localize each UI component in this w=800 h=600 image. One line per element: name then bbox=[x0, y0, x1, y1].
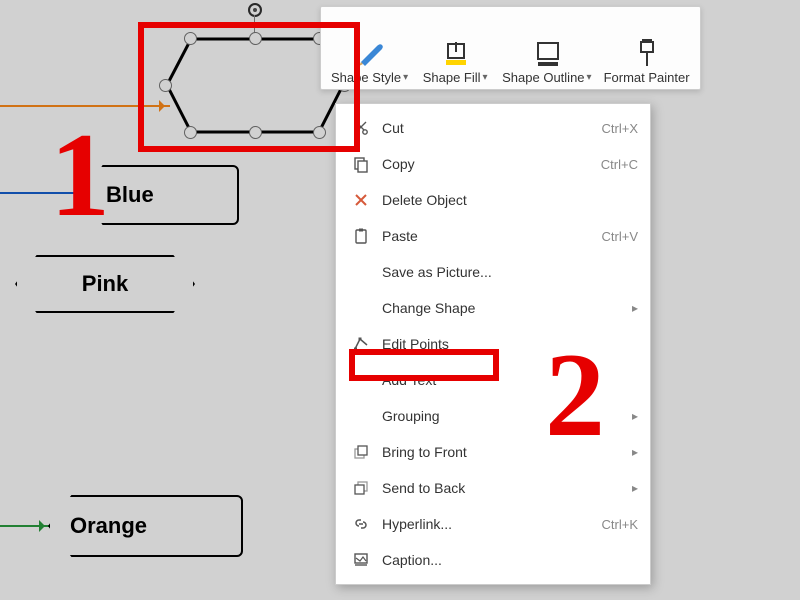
delete-x-icon bbox=[346, 192, 376, 208]
sel-handle-n[interactable] bbox=[249, 32, 262, 45]
menu-change-shape[interactable]: Change Shape ▸ bbox=[336, 290, 650, 326]
send-back-icon bbox=[346, 479, 376, 497]
menu-edit-points-label: Edit Points bbox=[376, 336, 638, 352]
menu-paste-shortcut: Ctrl+V bbox=[602, 229, 638, 244]
menu-add-text-label: Add Text bbox=[346, 372, 638, 388]
menu-hyperlink-shortcut: Ctrl+K bbox=[602, 517, 638, 532]
menu-copy[interactable]: Copy Ctrl+C bbox=[336, 146, 650, 182]
caret-icon: ▾ bbox=[483, 72, 488, 83]
connector-arrow-green bbox=[0, 525, 50, 527]
menu-paste-label: Paste bbox=[376, 228, 602, 244]
menu-edit-points[interactable]: Edit Points bbox=[336, 326, 650, 362]
shape-fill-button[interactable]: Shape Fill▾ bbox=[414, 13, 496, 85]
format-painter-icon bbox=[633, 36, 661, 70]
shape-blue[interactable]: Blue bbox=[84, 165, 239, 225]
hexagon-outline-svg bbox=[165, 33, 345, 138]
shape-outline-label: Shape Outline bbox=[502, 70, 584, 85]
shape-fill-label: Shape Fill bbox=[423, 70, 481, 85]
menu-send-back[interactable]: Send to Back ▸ bbox=[336, 470, 650, 506]
shape-style-label: Shape Style bbox=[331, 70, 401, 85]
shape-style-button[interactable]: Shape Style▾ bbox=[325, 13, 414, 85]
caret-icon: ▾ bbox=[403, 72, 408, 83]
submenu-arrow-icon: ▸ bbox=[632, 409, 638, 423]
shape-orange-label: Orange bbox=[70, 513, 147, 539]
menu-save-picture[interactable]: Save as Picture... bbox=[336, 254, 650, 290]
submenu-arrow-icon: ▸ bbox=[632, 481, 638, 495]
menu-delete-label: Delete Object bbox=[376, 192, 638, 208]
menu-copy-shortcut: Ctrl+C bbox=[601, 157, 638, 172]
menu-cut-label: Cut bbox=[376, 120, 602, 136]
shape-pink-label: Pink bbox=[82, 271, 128, 297]
menu-copy-label: Copy bbox=[376, 156, 601, 172]
menu-delete-object[interactable]: Delete Object bbox=[336, 182, 650, 218]
menu-hyperlink-label: Hyperlink... bbox=[376, 516, 602, 532]
connector-arrow-blue bbox=[0, 192, 85, 194]
menu-bring-front-label: Bring to Front bbox=[376, 444, 632, 460]
menu-grouping[interactable]: Grouping ▸ bbox=[336, 398, 650, 434]
menu-hyperlink[interactable]: Hyperlink... Ctrl+K bbox=[336, 506, 650, 542]
submenu-arrow-icon: ▸ bbox=[632, 445, 638, 459]
caret-icon: ▾ bbox=[587, 72, 592, 83]
menu-bring-front[interactable]: Bring to Front ▸ bbox=[336, 434, 650, 470]
menu-send-back-label: Send to Back bbox=[376, 480, 632, 496]
shape-blue-label: Blue bbox=[106, 182, 154, 208]
menu-caption[interactable]: Caption... bbox=[336, 542, 650, 578]
format-painter-button[interactable]: Format Painter bbox=[598, 13, 696, 85]
connector-arrow-orange bbox=[0, 105, 170, 107]
menu-caption-label: Caption... bbox=[376, 552, 638, 568]
brush-icon bbox=[355, 36, 385, 70]
shape-outline-button[interactable]: Shape Outline▾ bbox=[496, 13, 597, 85]
rotation-handle[interactable] bbox=[248, 3, 262, 17]
sel-handle-w[interactable] bbox=[159, 79, 172, 92]
context-menu: Cut Ctrl+X Copy Ctrl+C Delete Object Pas… bbox=[335, 103, 651, 585]
link-icon bbox=[346, 515, 376, 533]
scissors-icon bbox=[346, 119, 376, 137]
shape-selected-hexagon[interactable] bbox=[165, 33, 345, 138]
shape-orange[interactable]: Orange bbox=[48, 495, 243, 557]
paste-icon bbox=[346, 227, 376, 245]
edit-points-icon bbox=[346, 335, 376, 353]
sel-handle-nw[interactable] bbox=[184, 32, 197, 45]
menu-grouping-label: Grouping bbox=[346, 408, 632, 424]
bring-front-icon bbox=[346, 443, 376, 461]
sel-handle-se[interactable] bbox=[313, 126, 326, 139]
sel-handle-s[interactable] bbox=[249, 126, 262, 139]
menu-save-picture-label: Save as Picture... bbox=[346, 264, 638, 280]
menu-add-text[interactable]: Add Text bbox=[336, 362, 650, 398]
menu-paste[interactable]: Paste Ctrl+V bbox=[336, 218, 650, 254]
caption-icon bbox=[346, 551, 376, 569]
outline-icon bbox=[532, 36, 562, 70]
bucket-icon bbox=[440, 36, 470, 70]
shape-format-toolbar: Shape Style▾ Shape Fill▾ Shape Outline▾ … bbox=[320, 6, 701, 90]
shape-pink[interactable]: Pink bbox=[15, 255, 195, 313]
sel-handle-sw[interactable] bbox=[184, 126, 197, 139]
menu-change-shape-label: Change Shape bbox=[346, 300, 632, 316]
format-painter-label: Format Painter bbox=[604, 70, 690, 85]
submenu-arrow-icon: ▸ bbox=[632, 301, 638, 315]
menu-cut[interactable]: Cut Ctrl+X bbox=[336, 110, 650, 146]
copy-icon bbox=[346, 155, 376, 173]
menu-cut-shortcut: Ctrl+X bbox=[602, 121, 638, 136]
